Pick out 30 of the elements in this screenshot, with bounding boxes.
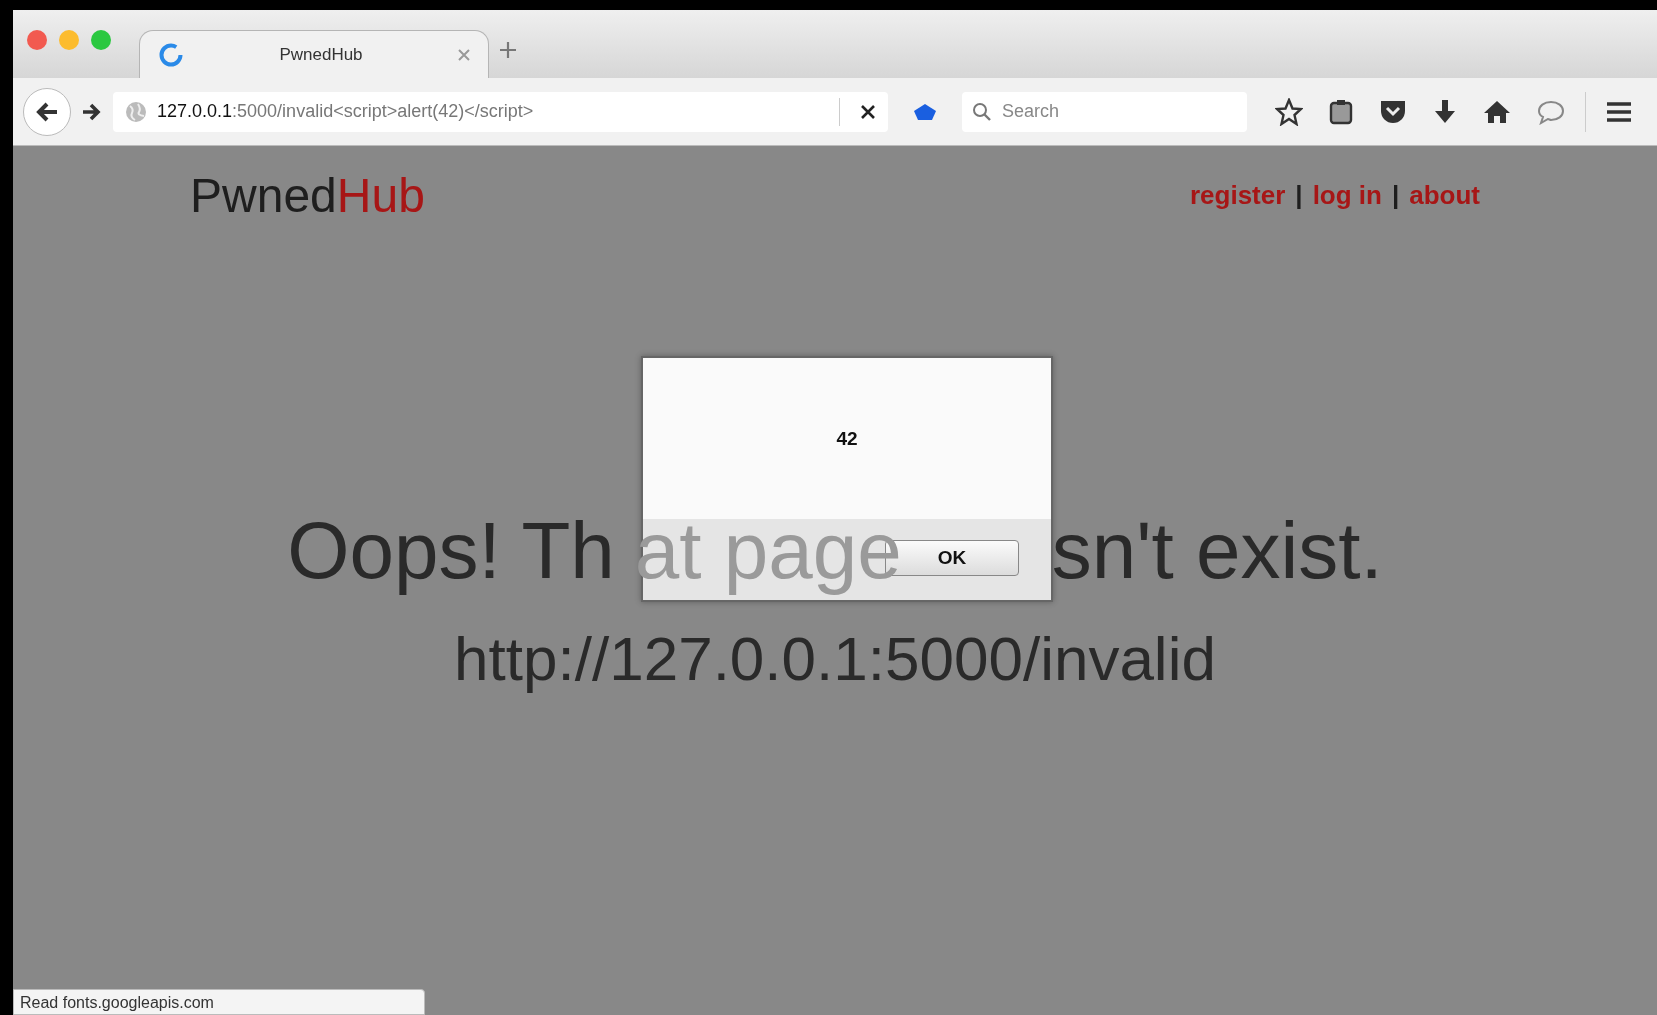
stop-icon[interactable]	[860, 103, 876, 120]
url-text: 127.0.0.1:5000/invalid<script>alert(42)</script>	[157, 101, 535, 122]
new-tab-icon[interactable]	[499, 41, 517, 59]
back-button[interactable]	[23, 87, 71, 136]
requested-url: http://127.0.0.1:5000/invalid	[454, 623, 1216, 694]
download-icon[interactable]	[1433, 98, 1457, 125]
alert-message: 42	[836, 428, 858, 450]
shield-icon[interactable]	[912, 101, 938, 122]
pocket-icon[interactable]	[1379, 98, 1407, 125]
error-heading: sn't exist.	[1051, 505, 1383, 597]
star-icon[interactable]	[1275, 97, 1303, 126]
address-bar[interactable]: 127.0.0.1:5000/invalid<script>alert(42)</script>	[113, 91, 888, 132]
search-field[interactable]: Search	[962, 91, 1247, 132]
chat-icon[interactable]	[1537, 98, 1565, 125]
globe-icon	[125, 100, 147, 123]
forward-icon[interactable]	[81, 101, 103, 122]
tab-title: PwnedHub	[278, 44, 364, 65]
close-window-button[interactable]	[27, 30, 47, 50]
home-icon[interactable]	[1483, 98, 1511, 125]
browser-tab[interactable]: PwnedHub	[139, 30, 489, 78]
loading-icon	[158, 41, 184, 68]
status-bar: Read fonts.googleapis.com	[13, 989, 425, 1015]
site-logo[interactable]: PwnedHub	[190, 168, 425, 223]
search-icon	[972, 101, 992, 122]
error-heading: Oops! Th	[287, 505, 615, 597]
nav-separator: |	[1295, 180, 1303, 211]
nav-separator: |	[1391, 180, 1400, 211]
back-icon	[35, 100, 59, 123]
menu-icon[interactable]	[1606, 100, 1632, 123]
clipboard-icon[interactable]	[1329, 98, 1353, 125]
